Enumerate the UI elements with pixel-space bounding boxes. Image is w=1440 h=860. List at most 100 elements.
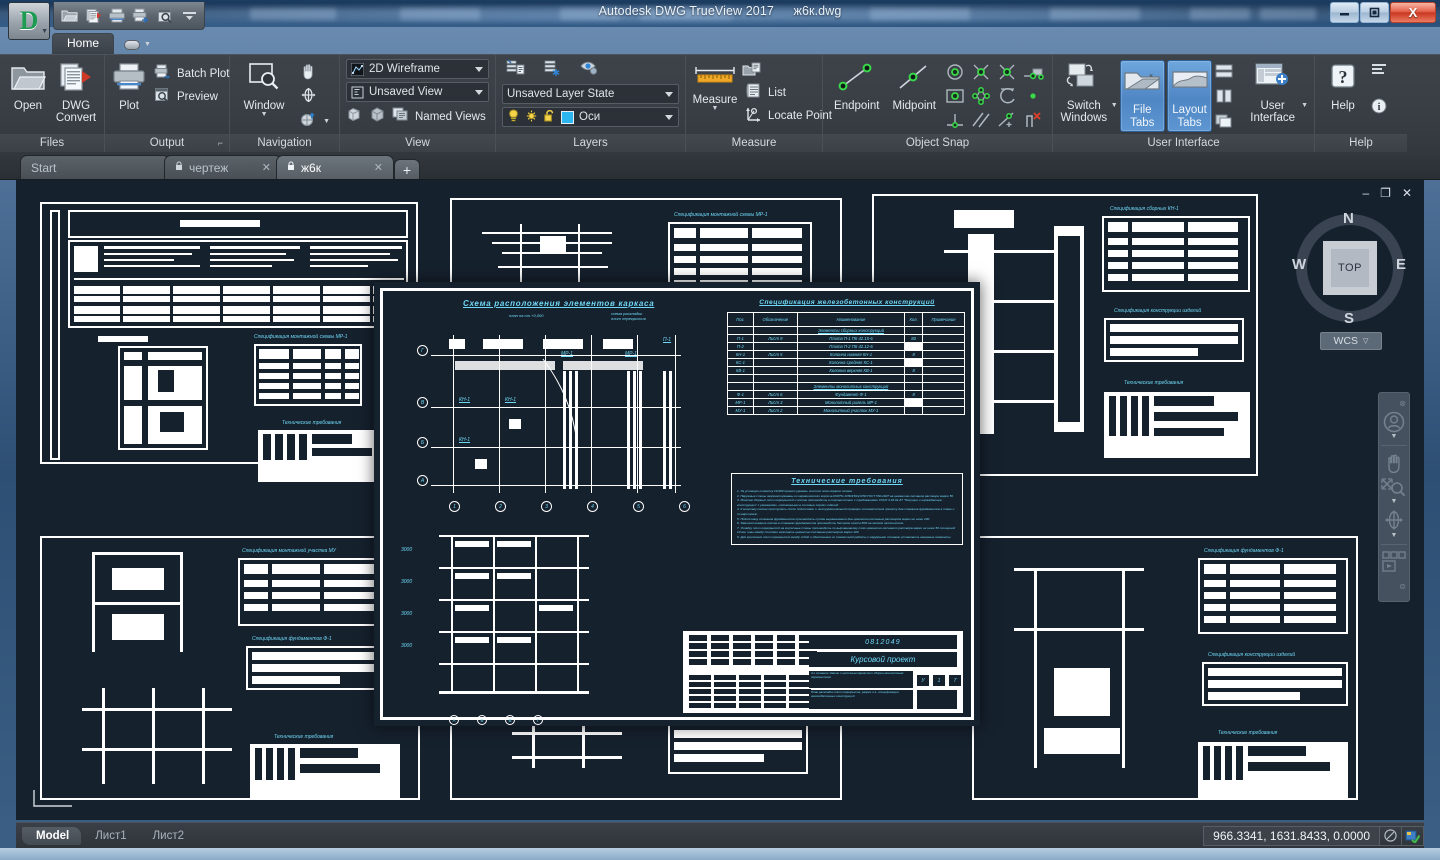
tab-home[interactable]: Home [52,33,115,54]
osnap-tangent-icon[interactable] [996,86,1020,108]
osnap-node-icon[interactable] [944,86,968,108]
osnap-intersection-icon[interactable] [970,62,994,84]
help-button[interactable]: ? Help [1321,60,1365,112]
batch-plot-button[interactable]: Batch Plot [151,63,232,85]
navbar-collapse-icon[interactable]: ⊜ [1399,582,1409,591]
view-cube[interactable]: TOP N S E W [1292,210,1406,327]
view-combo[interactable]: Unsaved View [346,82,489,102]
navbar-showmotion-button[interactable] [1380,550,1408,578]
layer-freeze-icon[interactable] [543,59,562,81]
measure-quick-icon[interactable] [742,61,835,81]
chevron-down-icon[interactable]: ▼ [1391,532,1398,539]
osnap-parallel-icon[interactable] [970,110,994,132]
plot-button[interactable]: Plot [111,60,147,112]
tile-vertical-icon[interactable] [1214,88,1234,109]
qat-plot-icon[interactable] [106,5,128,27]
compass-east[interactable]: E [1396,256,1406,273]
navbar-zoom-button[interactable]: ▼ [1380,477,1408,505]
osnap-apparent-intersection-icon[interactable] [996,62,1020,84]
about-info-icon[interactable]: i [1371,98,1389,119]
help-list-icon[interactable] [1371,63,1389,82]
steering-wheel-button[interactable]: ▼ [296,110,333,132]
switch-windows-button[interactable]: Switch Windows [1059,60,1109,124]
compass-south[interactable]: S [1344,310,1354,327]
osnap-insert-icon[interactable] [1022,86,1046,108]
navigation-bar[interactable]: ⊗ ▼ ▼ ▼ ⊜ [1378,392,1410,602]
osnap-extension-icon[interactable] [1022,62,1046,84]
visual-style-combo[interactable]: 2D Wireframe [346,59,489,79]
layer-properties-icon[interactable] [506,59,525,81]
layer-on-bulb-icon[interactable] [507,108,520,126]
qat-customize-icon[interactable] [178,5,200,27]
isometric-cube-icon[interactable] [369,106,386,127]
drawing-minimize-button[interactable]: – [1362,186,1369,200]
preview-button[interactable]: Preview [151,86,232,108]
drawing-restore-button[interactable]: ❐ [1380,186,1391,200]
dwg-convert-button[interactable]: DWG Convert [54,60,98,124]
layout-tab-model[interactable]: Model [22,826,82,845]
layer-previous-icon[interactable] [580,59,599,81]
osnap-center-icon[interactable] [944,62,968,84]
chevron-down-icon[interactable]: ▼ [1391,433,1398,440]
drawing-close-button[interactable]: ✕ [1402,186,1412,200]
chevron-down-icon[interactable]: ▼ [1111,60,1118,109]
chevron-down-icon[interactable]: ▼ [323,118,330,125]
close-icon[interactable]: ✕ [244,161,271,174]
window-close-button[interactable]: X [1390,2,1436,23]
qat-dwg-convert-icon[interactable] [82,5,104,27]
coordinate-readout[interactable]: 966.3341, 1631.8433, 0.0000 [1203,825,1380,846]
layer-combo[interactable]: Оси [502,107,679,127]
layer-unlock-icon[interactable] [543,109,556,126]
orbit-button[interactable] [296,86,333,108]
osnap-endpoint-button[interactable]: Endpoint [829,60,885,112]
clean-screen-icon[interactable] [1380,825,1402,846]
navbar-steering-wheel-button[interactable]: ▼ [1380,410,1408,440]
view-cube-top-face[interactable]: TOP [1323,241,1377,295]
compass-west[interactable]: W [1292,256,1306,273]
window-maximize-button[interactable] [1360,2,1389,23]
new-file-tab-button[interactable]: + [394,159,420,179]
tile-horizontal-icon[interactable] [1214,63,1234,84]
open-button[interactable]: Open [6,60,50,112]
osnap-midpoint-button[interactable]: Midpoint [887,60,943,112]
layer-thaw-sun-icon[interactable] [525,109,538,126]
drawing-status-icon[interactable] [1402,825,1424,846]
dialog-launcher-icon[interactable]: ⌐ [218,134,223,153]
navbar-close-icon[interactable]: ⊗ [1399,399,1409,408]
qat-open-icon[interactable] [58,5,80,27]
file-tab-chertezh[interactable]: чертеж ✕ [164,155,282,179]
layout-tabs-toggle[interactable]: Layout Tabs [1166,60,1213,132]
zoom-window-button[interactable]: Window ▼ [236,60,292,118]
named-views-icon[interactable] [392,106,409,127]
window-minimize-button[interactable] [1330,2,1359,23]
osnap-perpendicular-icon[interactable] [944,110,968,132]
chevron-down-icon[interactable]: ▼ [1391,498,1398,505]
user-interface-button[interactable]: User Interface [1246,60,1299,124]
wcs-selector[interactable]: WCS ▽ [1320,332,1382,350]
chevron-down-icon[interactable]: ▼ [261,111,268,118]
qat-batch-plot-icon[interactable] [130,5,152,27]
chevron-down-icon[interactable]: ▼ [1301,60,1308,109]
layout-tab-list2[interactable]: Лист2 [139,827,196,845]
navbar-orbit-button[interactable]: ▼ [1380,507,1408,539]
ucs-box-icon[interactable] [346,106,363,127]
compass-north[interactable]: N [1343,210,1354,227]
osnap-none-icon[interactable] [1022,110,1046,132]
osnap-nearest-icon[interactable] [996,110,1020,132]
drawing-canvas[interactable]: – ❐ ✕ Спецификация монтажной схемы МР-1 … [16,180,1424,820]
qat-preview-icon[interactable] [154,5,176,27]
cascade-icon[interactable] [1214,113,1234,134]
chevron-down-icon[interactable]: ▼ [712,105,719,112]
measure-button[interactable]: Measure ▼ [692,60,738,112]
ribbon-display-options[interactable]: ▼ [116,33,159,54]
close-icon[interactable]: ✕ [356,161,383,174]
file-tabs-toggle[interactable]: × File Tabs [1119,60,1165,132]
navbar-pan-button[interactable] [1380,451,1408,475]
osnap-quadrant-icon[interactable] [970,86,994,108]
layout-tab-list1[interactable]: Лист1 [81,827,138,845]
locate-point-button[interactable]: Locate Point [742,105,835,127]
layer-color-swatch[interactable] [561,110,574,124]
layer-state-combo[interactable]: Unsaved Layer State [502,84,679,104]
application-menu-button[interactable]: D ▼ [8,2,50,40]
file-tab-start[interactable]: Start [20,155,170,179]
